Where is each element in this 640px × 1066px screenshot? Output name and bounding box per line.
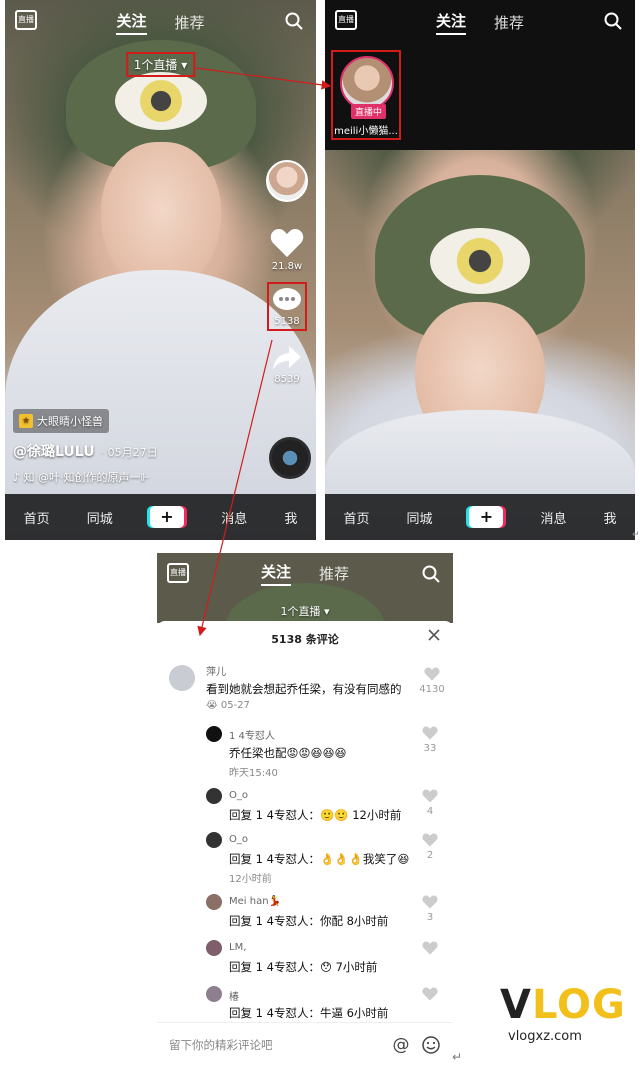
return-mark-icon: ↵ <box>452 1050 463 1064</box>
vlog-watermark: VLOG vlogxz.com <box>500 982 626 1044</box>
annotation-arrows <box>195 67 332 637</box>
arrow-to-live-card <box>195 67 332 90</box>
watermark-url: vlogxz.com <box>508 1029 582 1044</box>
return-mark-icon: ↵ <box>632 530 640 540</box>
vlog-logo: VLOG <box>500 982 626 1028</box>
arrow-to-comments <box>197 339 273 637</box>
